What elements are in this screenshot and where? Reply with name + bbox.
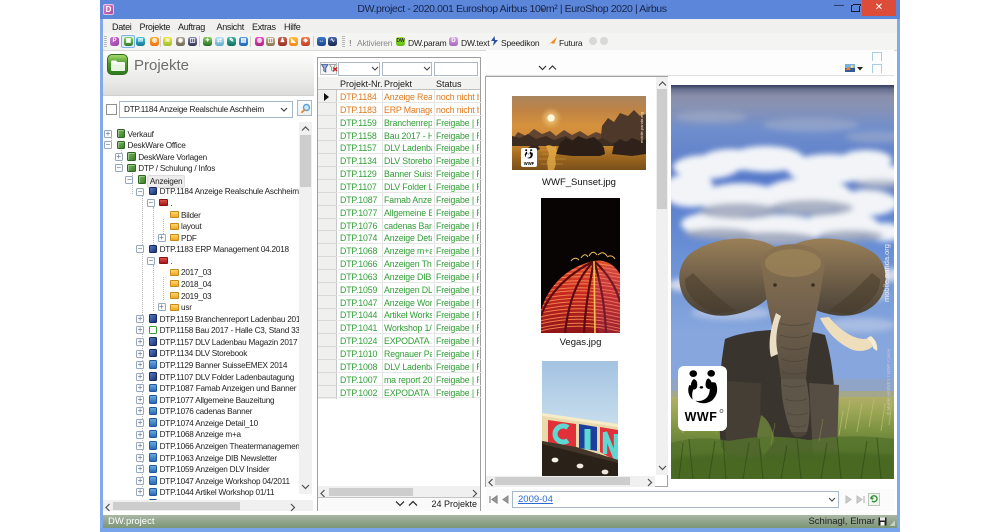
svg-text:mobile.panda.org: mobile.panda.org — [639, 112, 644, 143]
svg-text:WWF: WWF — [524, 161, 535, 166]
svg-text:© Martin HARVEY / WWF-Canon: © Martin HARVEY / WWF-Canon — [885, 348, 891, 415]
svg-text:WWF: WWF — [685, 410, 718, 424]
svg-text:mobile.panda.org: mobile.panda.org — [882, 244, 891, 302]
